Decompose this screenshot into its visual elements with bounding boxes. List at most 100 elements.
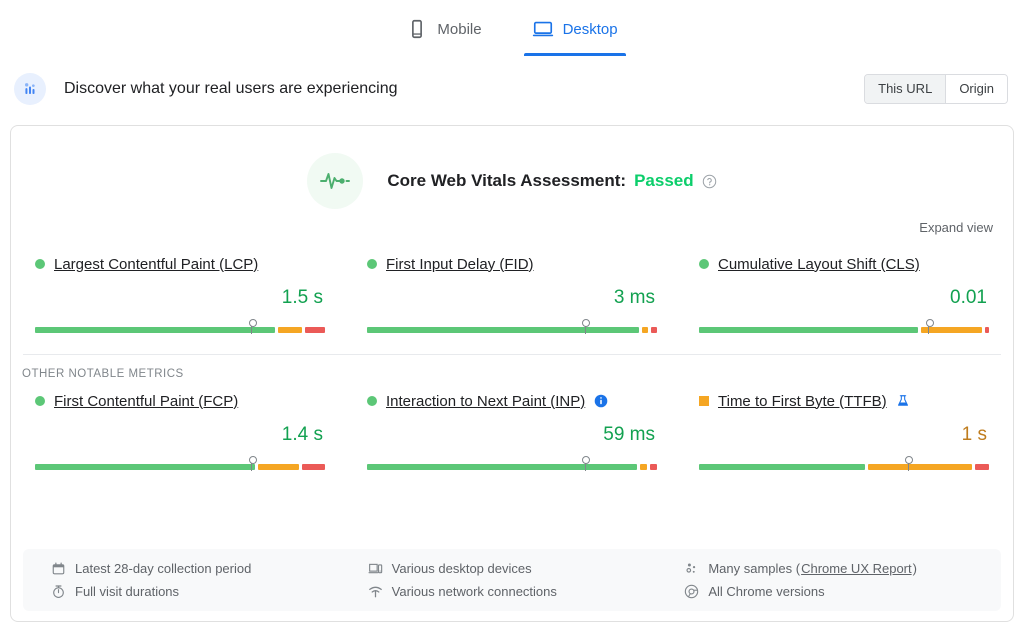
- metric-status-dot: [367, 396, 377, 406]
- bar-segment-poor: [974, 464, 989, 470]
- metric-value: 59 ms: [603, 424, 655, 445]
- metric-card: Time to First Byte (TTFB) 1 s: [699, 390, 989, 471]
- footer-item-text-after: ): [912, 561, 917, 576]
- other-metrics-heading: OTHER NOTABLE METRICS: [22, 368, 184, 380]
- footer-item: Full visit durations: [51, 584, 368, 599]
- metric-header: Interaction to Next Paint (INP): [367, 390, 657, 412]
- desktop-icon: [532, 21, 553, 37]
- bar-segment-good: [367, 327, 640, 333]
- metric-distribution-bar: [699, 456, 989, 471]
- footer-item-text: Various desktop devices: [391, 561, 532, 576]
- metric-value: 1.4 s: [281, 424, 323, 445]
- bar-value-marker: [248, 319, 257, 334]
- metric-header: First Contentful Paint (FCP): [35, 390, 325, 412]
- bar-segment-good: [699, 464, 866, 470]
- data-source-footer: Latest 28-day collection period Various d…: [23, 549, 1001, 611]
- metric-name-link[interactable]: First Contentful Paint (FCP): [54, 393, 238, 410]
- metric-status-dot: [35, 396, 45, 406]
- stopwatch-icon: [53, 585, 64, 598]
- metric-card: Largest Contentful Paint (LCP) 1.5 s: [35, 253, 325, 334]
- footer-item-text: Full visit durations: [75, 584, 180, 599]
- expand-view-row: Expand view: [11, 209, 1013, 237]
- scope-option-origin[interactable]: Origin: [945, 75, 1007, 103]
- metric-value: 1 s: [961, 424, 987, 445]
- metric-header: Largest Contentful Paint (LCP): [35, 253, 325, 275]
- bar-segment-poor: [301, 464, 326, 470]
- tab-mobile-label: Mobile: [437, 20, 482, 38]
- core-metrics-grid: Largest Contentful Paint (LCP) 1.5 s First…: [11, 237, 1013, 334]
- footer-item: Latest 28-day collection period: [51, 561, 368, 576]
- bar-segment-poor: [651, 327, 657, 333]
- metric-name-link[interactable]: Largest Contentful Paint (LCP): [54, 256, 258, 273]
- metric-status-dot: [699, 259, 709, 269]
- bar-track: [367, 464, 658, 470]
- metric-distribution-bar: [367, 456, 658, 471]
- footer-item-text: Latest 28-day collection period: [75, 561, 252, 576]
- metric-card: Interaction to Next Paint (INP) 59 ms: [367, 390, 658, 471]
- bar-value-marker: [925, 319, 934, 334]
- metric-name-link[interactable]: Cumulative Layout Shift (CLS): [718, 256, 920, 273]
- scope-option-this-url[interactable]: This URL: [865, 75, 946, 103]
- page-title: Discover what your real users are experi…: [64, 80, 398, 97]
- footer-item-text: All Chrome versions: [708, 584, 825, 599]
- footer-item: Many samples (Chrome UX Report): [684, 561, 1001, 576]
- core-web-vitals-assessment: Core Web Vitals Assessment: Passed: [11, 126, 1013, 209]
- bar-segment-good: [35, 327, 276, 333]
- bar-segment-good: [699, 327, 919, 333]
- metric-distribution-bar: [367, 319, 657, 334]
- info-icon[interactable]: [594, 394, 608, 408]
- scope-toggle: This URL Origin: [864, 74, 1008, 104]
- bar-value-marker: [582, 319, 590, 334]
- metric-card: First Contentful Paint (FCP) 1.4 s: [35, 390, 326, 471]
- metric-value: 1.5 s: [281, 287, 323, 308]
- bar-track: [367, 327, 657, 333]
- footer-item: All Chrome versions: [684, 584, 1001, 599]
- samples-icon: [686, 563, 696, 573]
- mobile-icon: [412, 19, 423, 39]
- expand-view-link[interactable]: Expand view: [919, 220, 993, 235]
- bar-value-marker: [582, 456, 590, 471]
- metric-card: First Input Delay (FID) 3 ms: [367, 253, 657, 334]
- metric-distribution-bar: [35, 456, 326, 471]
- bar-segment-needs_improvement: [278, 327, 302, 333]
- footer-item: Various network connections: [368, 584, 685, 599]
- metric-name-link[interactable]: Time to First Byte (TTFB): [718, 393, 887, 410]
- bar-segment-poor: [304, 327, 325, 333]
- metric-name-link[interactable]: Interaction to Next Paint (INP): [386, 393, 585, 410]
- metric-value: 0.01: [950, 287, 987, 308]
- bar-segment-needs_improvement: [639, 464, 647, 470]
- metric-distribution-bar: [35, 319, 325, 334]
- bar-segment-needs_improvement: [258, 464, 299, 470]
- bar-segment-good: [35, 464, 256, 470]
- calendar-icon: [52, 562, 65, 575]
- bar-track: [699, 464, 989, 470]
- help-icon[interactable]: [702, 174, 717, 189]
- bar-segment-needs_improvement: [642, 327, 649, 333]
- wifi-icon: [368, 586, 382, 598]
- bar-segment-needs_improvement: [868, 464, 972, 470]
- flask-icon[interactable]: [896, 394, 910, 408]
- field-data-icon: [14, 73, 46, 105]
- chrome-ux-report-link[interactable]: Chrome UX Report: [801, 561, 912, 576]
- pulse-icon: [307, 153, 364, 209]
- bar-track: [699, 327, 989, 333]
- bar-value-marker: [248, 456, 257, 471]
- field-data-card: Core Web Vitals Assessment: Passed Expan…: [10, 125, 1014, 622]
- footer-item-text: Many samples (: [708, 561, 801, 576]
- metric-header: Cumulative Layout Shift (CLS): [699, 253, 989, 275]
- bar-track: [35, 464, 326, 470]
- other-metrics-grid: First Contentful Paint (FCP) 1.4 s Interac…: [11, 380, 1013, 471]
- tab-desktop[interactable]: Desktop: [523, 14, 626, 56]
- tab-mobile[interactable]: Mobile: [398, 14, 489, 56]
- form-factor-tabs: Mobile Desktop: [0, 0, 1024, 62]
- metric-name-link[interactable]: First Input Delay (FID): [386, 256, 534, 273]
- bar-segment-poor: [649, 464, 658, 470]
- assessment-text: Core Web Vitals Assessment: Passed: [387, 171, 716, 191]
- bar-segment-needs_improvement: [921, 327, 982, 333]
- footer-item-text: Various network connections: [391, 584, 557, 599]
- metric-status-dot: [35, 259, 45, 269]
- metric-status-dot: [367, 259, 377, 269]
- bar-value-marker: [905, 456, 914, 471]
- metric-header: Time to First Byte (TTFB): [699, 390, 989, 412]
- bar-segment-good: [367, 464, 637, 470]
